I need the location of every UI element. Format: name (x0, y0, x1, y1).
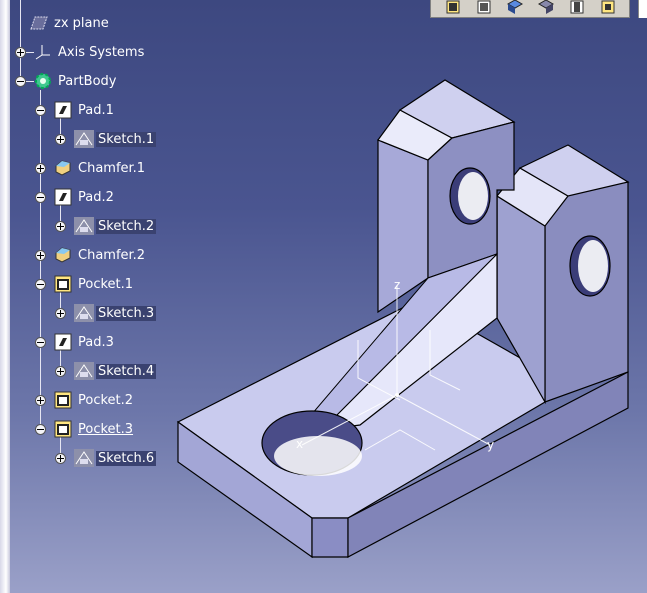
pocket-icon (54, 420, 72, 438)
expand-toggle[interactable] (55, 134, 66, 145)
tree-item-label: Pocket.3 (78, 421, 134, 437)
sketch-icon (74, 130, 94, 148)
tree-item-sketch-2[interactable]: Sketch.2 (74, 215, 157, 237)
collapse-toggle[interactable] (35, 105, 46, 116)
chamfer-icon (54, 246, 72, 264)
pocket-icon (54, 275, 72, 293)
sketch-icon (74, 449, 94, 467)
tree-item-partbody[interactable]: PartBody (34, 70, 118, 92)
tree-item-label: Sketch.4 (96, 363, 157, 379)
collapse-toggle[interactable] (15, 76, 26, 87)
y-axis-label: y (487, 438, 494, 452)
pocket-icon (54, 391, 72, 409)
tree-item-sketch-3[interactable]: Sketch.3 (74, 302, 157, 324)
tree-item-label: Chamfer.2 (78, 247, 146, 263)
expand-toggle[interactable] (55, 453, 66, 464)
tree-item-pad-2[interactable]: Pad.2 (54, 186, 116, 208)
expand-toggle[interactable] (35, 250, 46, 261)
tree-item-label: Sketch.1 (96, 131, 157, 147)
tree-item-label: Pad.3 (78, 334, 114, 350)
pad-icon (54, 188, 72, 206)
plane-icon (30, 14, 48, 32)
partbody-gear-icon (34, 72, 52, 90)
specification-tree: zx plane Axis Systems PartBody Pad.1 Ske… (0, 0, 260, 593)
expand-toggle[interactable] (55, 366, 66, 377)
tree-item-sketch-1[interactable]: Sketch.1 (74, 128, 157, 150)
tree-item-label: Sketch.2 (96, 218, 157, 234)
tree-item-pocket-3[interactable]: Pocket.3 (54, 418, 135, 440)
expand-toggle[interactable] (55, 221, 66, 232)
sketch-icon (74, 304, 94, 322)
tree-item-zx-plane[interactable]: zx plane (30, 12, 111, 34)
tree-item-chamfer-2[interactable]: Chamfer.2 (54, 244, 147, 266)
tree-item-label: zx plane (54, 15, 109, 31)
chamfer-icon (54, 159, 72, 177)
collapse-toggle[interactable] (35, 424, 46, 435)
tree-item-pad-3[interactable]: Pad.3 (54, 331, 116, 353)
pad-icon (54, 333, 72, 351)
tree-item-label: Axis Systems (58, 44, 145, 60)
collapse-toggle[interactable] (35, 279, 46, 290)
expand-toggle[interactable] (15, 47, 26, 58)
expand-toggle[interactable] (35, 395, 46, 406)
tree-item-sketch-4[interactable]: Sketch.4 (74, 360, 157, 382)
tree-item-label: Pocket.2 (78, 392, 134, 408)
tree-item-pocket-1[interactable]: Pocket.1 (54, 273, 135, 295)
tree-item-label: Pocket.1 (78, 276, 134, 292)
tree-item-sketch-6[interactable]: Sketch.6 (74, 447, 157, 469)
expand-toggle[interactable] (35, 163, 46, 174)
collapse-toggle[interactable] (35, 192, 46, 203)
sketch-icon (74, 217, 94, 235)
x-axis-label: x (296, 437, 303, 451)
collapse-toggle[interactable] (35, 337, 46, 348)
tree-item-pad-1[interactable]: Pad.1 (54, 99, 116, 121)
sketch-icon (74, 362, 94, 380)
tree-item-label: PartBody (58, 73, 117, 89)
axis-system-icon (34, 43, 52, 61)
tree-item-label: Pad.1 (78, 102, 114, 118)
tree-item-pocket-2[interactable]: Pocket.2 (54, 389, 135, 411)
tree-item-axis-systems[interactable]: Axis Systems (34, 41, 146, 63)
pad-icon (54, 101, 72, 119)
expand-toggle[interactable] (55, 308, 66, 319)
tree-item-label: Sketch.3 (96, 305, 157, 321)
tree-item-label: Pad.2 (78, 189, 114, 205)
tree-item-chamfer-1[interactable]: Chamfer.1 (54, 157, 147, 179)
z-axis-label: z (394, 278, 400, 292)
tree-item-label: Sketch.6 (96, 450, 157, 466)
tree-item-label: Chamfer.1 (78, 160, 146, 176)
